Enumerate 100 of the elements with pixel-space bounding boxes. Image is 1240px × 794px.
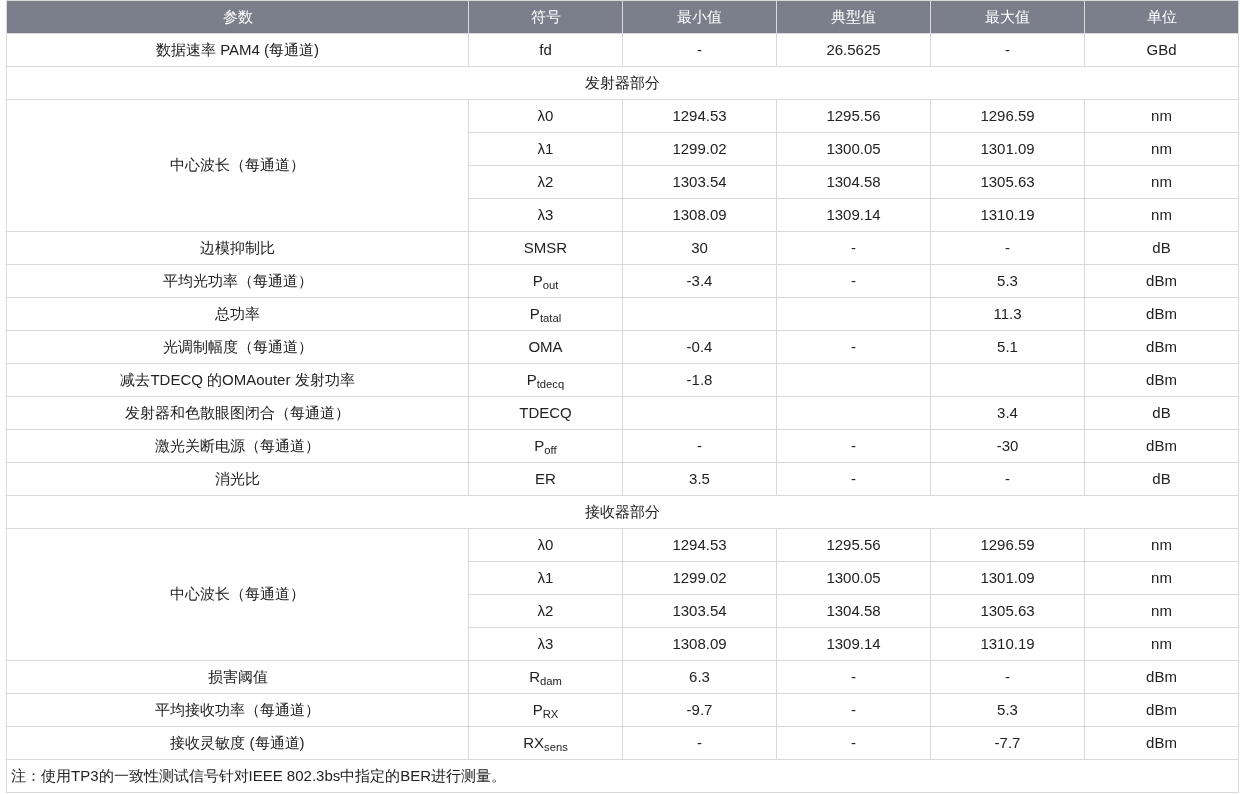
table-cell: 发射器和色散眼图闭合（每通道） (125, 403, 350, 421)
table-cell: - (697, 40, 702, 58)
table-cell: 1305.63 (980, 601, 1035, 619)
table-cell: λ0 (537, 106, 554, 124)
table-cell: -7.7 (994, 733, 1021, 751)
table-cell: 1300.05 (826, 139, 881, 157)
table-cell: 1309.14 (826, 634, 881, 652)
table-cell: dBm (1146, 370, 1177, 388)
table-cell: SMSR (523, 238, 568, 256)
table-cell: 光调制幅度（每通道） (162, 337, 313, 355)
table-cell: 总功率 (215, 304, 260, 322)
table-cell: nm (1151, 535, 1172, 553)
table-cell: nm (1151, 634, 1172, 652)
table-cell: 1303.54 (672, 172, 727, 190)
table-cell: -30 (996, 436, 1019, 454)
table-cell: P$_{off}$ (534, 436, 557, 454)
table-cell: λ2 (537, 172, 554, 190)
table-cell: 5.3 (997, 271, 1018, 289)
table-cell: 损害阈值 (207, 667, 268, 685)
table-cell: dBm (1146, 667, 1177, 685)
table-cell: - (851, 271, 856, 289)
table-cell: fd (539, 40, 552, 58)
column-header: 符号 (530, 7, 561, 25)
table-cell: P$_{tatal}$ (529, 304, 562, 322)
table-cell: P$_{tdecq}$ (526, 370, 565, 388)
table-cell: 1308.09 (672, 634, 727, 652)
table-cell: - (851, 469, 856, 487)
table-cell: 1296.59 (980, 535, 1035, 553)
table-cell: λ1 (537, 568, 554, 586)
table-cell: λ1 (537, 139, 554, 157)
table-cell: 激光关断电源（每通道） (155, 436, 320, 454)
table-cell: λ3 (537, 634, 554, 652)
table-cell: 1310.19 (980, 634, 1035, 652)
table-cell: - (1005, 469, 1010, 487)
table-cell: dBm (1146, 304, 1177, 322)
table-cell: 平均接收功率（每通道） (155, 700, 320, 718)
table-cell: 接收灵敏度 (每通道) (170, 733, 305, 751)
table-cell: 1301.09 (980, 139, 1035, 157)
table-cell: dBm (1146, 271, 1177, 289)
column-header: 参数 (222, 7, 253, 25)
table-cell: 1300.05 (826, 568, 881, 586)
table-cell: R$_{dam}$ (529, 667, 562, 685)
table-cell: 1299.02 (672, 139, 727, 157)
table-cell: 1294.53 (672, 106, 727, 124)
table-cell: - (851, 238, 856, 256)
table-cell: 边模抑制比 (200, 238, 275, 256)
table-cell: nm (1151, 172, 1172, 190)
table-cell: λ3 (537, 205, 554, 223)
table-cell: P$_{RX}$ (532, 700, 559, 718)
table-cell: 1294.53 (672, 535, 727, 553)
table-cell: 5.3 (997, 700, 1018, 718)
column-header: 单位 (1146, 7, 1177, 25)
table-cell: 1305.63 (980, 172, 1035, 190)
table-cell: - (851, 733, 856, 751)
column-header: 最小值 (677, 7, 722, 25)
table-cell: TDECQ (519, 403, 572, 421)
table-cell: - (851, 700, 856, 718)
table-cell: dB (1152, 469, 1171, 487)
table-cell: 1304.58 (826, 601, 881, 619)
table-cell: dB (1152, 403, 1171, 421)
table-cell: -1.8 (686, 370, 713, 388)
table-cell: - (1005, 40, 1010, 58)
table-cell: 1295.56 (826, 535, 881, 553)
table-cell: - (1005, 238, 1010, 256)
table-cell: OMA (528, 337, 563, 355)
table-cell: nm (1151, 205, 1172, 223)
table-cell: 26.5625 (826, 40, 881, 58)
table-cell: - (1005, 667, 1010, 685)
table-cell: dBm (1146, 700, 1177, 718)
table-cell: -9.7 (686, 700, 713, 718)
table-cell: 消光比 (215, 469, 260, 487)
table-cell: 数据速率 PAM4 (每通道) (155, 40, 320, 58)
table-cell: 平均光功率（每通道） (162, 271, 313, 289)
table-cell: ER (535, 469, 556, 487)
table-cell: 6.3 (689, 667, 710, 685)
table-cell: RX$_{sens}$ (523, 733, 568, 751)
table-cell: λ0 (537, 535, 554, 553)
table-cell: 1308.09 (672, 205, 727, 223)
table-cell: GBd (1146, 40, 1177, 58)
table-cell: 11.3 (993, 304, 1022, 322)
table-cell: 接收器部分 (585, 502, 660, 520)
table-cell: 发射器部分 (585, 73, 660, 91)
table-cell: 1310.19 (980, 205, 1035, 223)
table-cell: - (851, 667, 856, 685)
table-cell: - (851, 337, 856, 355)
table-cell: λ2 (537, 601, 554, 619)
table-cell: -0.4 (686, 337, 713, 355)
table-cell: 减去TDECQ 的OMAouter 发射功率 (120, 370, 355, 388)
table-cell: 中心波长（每通道） (170, 585, 305, 603)
table-cell: - (851, 436, 856, 454)
column-header: 典型值 (831, 7, 876, 25)
table-cell: 注：使用TP3的一致性测试信号针对IEEE 802.3bs中指定的BER进行测量。 (11, 766, 507, 784)
table-cell: dBm (1146, 733, 1177, 751)
table-cell: nm (1151, 139, 1172, 157)
table-cell: - (697, 733, 702, 751)
table-cell: nm (1151, 568, 1172, 586)
table-cell: 3.5 (689, 469, 710, 487)
table-cell: 30 (691, 238, 708, 256)
table-cell: 1299.02 (672, 568, 727, 586)
table-cell: 5.1 (997, 337, 1018, 355)
